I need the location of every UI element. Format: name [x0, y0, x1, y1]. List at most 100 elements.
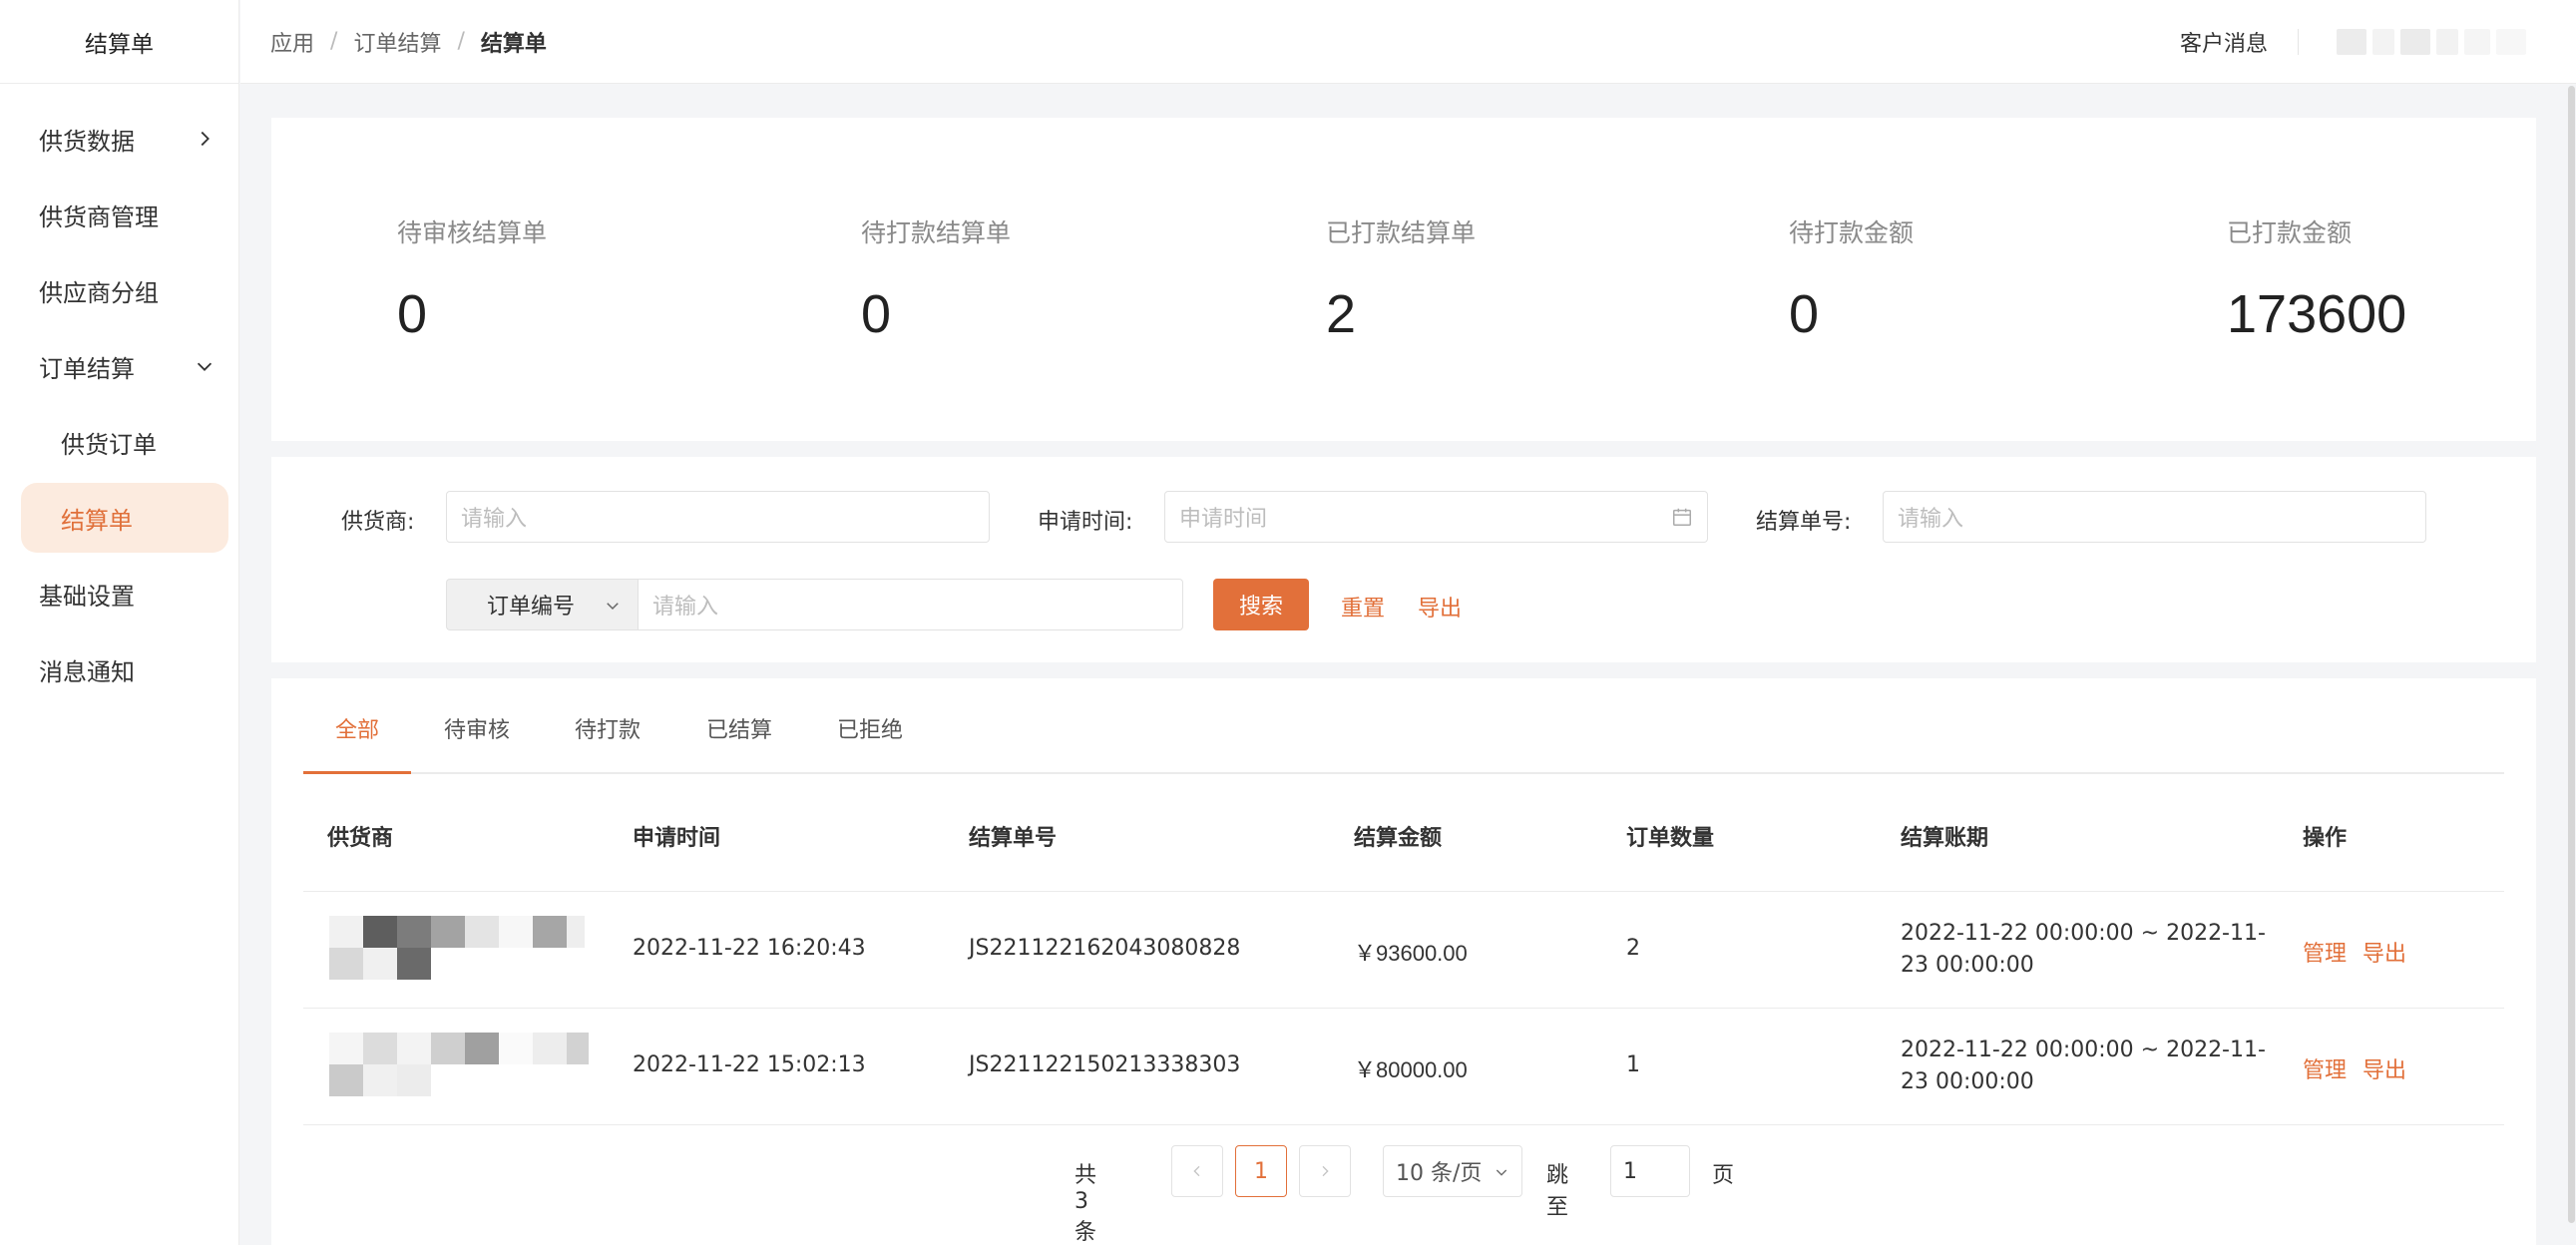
calendar-icon — [1671, 506, 1693, 534]
stat-label: 待打款金额 — [1789, 218, 1915, 247]
chevron-right-icon — [193, 127, 216, 151]
settle-no-cell: JS221122162043080828 — [969, 936, 1241, 961]
order-no-input[interactable]: 请输入 — [638, 579, 1183, 630]
amount-cell: ￥93600.00 — [1354, 941, 1468, 966]
export-link[interactable]: 导出 — [2362, 1052, 2406, 1084]
sidebar-item-supplier-manage[interactable]: 供货商管理 — [0, 180, 238, 249]
settle-no-cell: JS221122150213338303 — [969, 1052, 1241, 1077]
settle-no-placeholder: 请输入 — [1898, 507, 1964, 532]
export-link[interactable]: 导出 — [2362, 936, 2406, 968]
order-field-select[interactable]: 订单编号 — [446, 579, 638, 630]
table-row: 2022-11-22 16:20:43 JS221122162043080828… — [303, 892, 2504, 1009]
stat-pending-review: 待审核结算单 0 — [397, 213, 547, 345]
supplier-name-redacted — [329, 914, 589, 986]
column-header: 订单数量 — [1626, 826, 1715, 851]
column-header: 供货商 — [327, 826, 394, 851]
sidebar-item-supplier-group[interactable]: 供应商分组 — [0, 255, 238, 325]
tab-rejected[interactable]: 已拒绝 — [837, 712, 903, 744]
order-count-cell: 2 — [1626, 936, 1640, 961]
column-header: 结算账期 — [1901, 826, 1989, 851]
breadcrumb-order-settlement[interactable]: 订单结算 — [353, 26, 441, 58]
manage-link[interactable]: 管理 — [2303, 1052, 2347, 1084]
stat-value: 0 — [1789, 284, 1820, 344]
supplier-name-redacted — [329, 1031, 589, 1102]
supplier-label: 供货商: — [341, 510, 415, 535]
pagination-total: 共 3 条 — [1074, 1163, 1097, 1245]
next-page-button[interactable] — [1299, 1145, 1351, 1197]
goto-label: 跳至 — [1546, 1163, 1569, 1220]
sidebar-item-label: 基础设置 — [39, 582, 135, 611]
export-button[interactable]: 导出 — [1418, 591, 1462, 622]
sidebar-item-label: 供应商分组 — [39, 278, 159, 307]
chevron-down-icon — [1496, 1169, 1507, 1176]
brand-title: 结算单 — [0, 0, 238, 84]
user-account-redacted[interactable] — [2337, 29, 2526, 55]
stat-paid-amount: 已打款金额 173600 — [2227, 213, 2406, 345]
breadcrumb-separator: / — [330, 29, 338, 54]
period-cell: 2022-11-22 00:00:00 ~ 2022-11-23 00:00:0… — [1901, 1038, 2266, 1094]
sidebar-item-supply-orders[interactable]: 供货订单 — [0, 407, 238, 477]
stat-pending-payment: 待打款结算单 0 — [861, 213, 1011, 345]
reset-button[interactable]: 重置 — [1341, 591, 1385, 622]
prev-page-button[interactable] — [1171, 1145, 1223, 1197]
amount-cell: ￥80000.00 — [1354, 1057, 1468, 1082]
stat-pending-amount: 待打款金额 0 — [1789, 213, 1914, 345]
sidebar-item-supply-data[interactable]: 供货数据 — [0, 104, 238, 174]
order-count-cell: 1 — [1626, 1052, 1640, 1077]
stat-value: 0 — [397, 284, 428, 344]
breadcrumb-current: 结算单 — [480, 31, 547, 57]
tab-settled[interactable]: 已结算 — [706, 712, 772, 744]
manage-link[interactable]: 管理 — [2303, 936, 2347, 968]
table-header: 供货商 申请时间 结算单号 结算金额 订单数量 结算账期 操作 — [303, 774, 2504, 892]
search-button[interactable]: 搜索 — [1213, 579, 1309, 630]
column-header: 结算金额 — [1354, 826, 1443, 851]
stats-card: 待审核结算单 0 待打款结算单 0 已打款结算单 2 待打款金额 0 已打款金额… — [271, 118, 2536, 441]
page-1-button[interactable]: 1 — [1235, 1145, 1287, 1197]
sidebar-menu: 供货数据 供货商管理 供应商分组 订单结算 供货订单 结算单 基础设置 消息通知 — [0, 84, 238, 704]
sidebar-item-label: 订单结算 — [39, 354, 135, 383]
breadcrumb-apps[interactable]: 应用 — [270, 26, 314, 58]
top-header: 应用 / 订单结算 / 结算单 客户消息 — [240, 0, 2576, 84]
stat-value: 0 — [861, 284, 892, 344]
column-header: 操作 — [2303, 826, 2348, 851]
supplier-input-placeholder: 请输入 — [461, 507, 528, 532]
goto-page-input[interactable]: 1 — [1610, 1145, 1690, 1197]
sidebar-item-label: 供货数据 — [39, 127, 135, 156]
chevron-left-icon — [1193, 1165, 1200, 1177]
period-cell: 2022-11-22 00:00:00 ~ 2022-11-23 00:00:0… — [1901, 921, 2266, 978]
apply-time-picker[interactable]: 申请时间 — [1164, 491, 1708, 543]
customer-message-link[interactable]: 客户消息 — [2180, 26, 2268, 58]
page-size-value: 10 条/页 — [1396, 1161, 1483, 1186]
tab-pending-payment[interactable]: 待打款 — [575, 712, 641, 744]
header-right: 客户消息 — [2180, 0, 2526, 84]
sidebar-item-settlement[interactable]: 结算单 — [21, 483, 228, 553]
order-field-select-value: 订单编号 — [487, 595, 576, 620]
breadcrumb: 应用 / 订单结算 / 结算单 — [270, 26, 547, 58]
settle-no-input[interactable]: 请输入 — [1883, 491, 2426, 543]
sidebar-item-basic-settings[interactable]: 基础设置 — [0, 559, 238, 628]
sidebar-item-order-settlement[interactable]: 订单结算 — [0, 331, 238, 401]
table-row: 2022-11-22 15:02:13 JS221122150213338303… — [303, 1009, 2504, 1125]
tab-all[interactable]: 全部 — [335, 712, 379, 744]
sidebar-item-label: 消息通知 — [39, 657, 135, 686]
column-header: 结算单号 — [969, 826, 1058, 851]
apply-time-label: 申请时间: — [1038, 510, 1133, 535]
breadcrumb-separator: / — [457, 29, 465, 54]
chevron-down-icon — [607, 603, 619, 611]
stat-paid: 已打款结算单 2 — [1326, 213, 1476, 345]
filter-card: 供货商: 请输入 申请时间: 申请时间 结算单号: 请输入 订单编号 请输入 搜… — [271, 457, 2536, 662]
column-header: 申请时间 — [633, 826, 721, 851]
scrollbar-thumb[interactable] — [2568, 86, 2575, 1223]
chevron-down-icon — [193, 354, 216, 378]
page-size-select[interactable]: 10 条/页 — [1383, 1145, 1522, 1197]
stat-label: 已打款金额 — [2227, 218, 2353, 247]
sidebar-item-notifications[interactable]: 消息通知 — [0, 634, 238, 704]
sidebar-item-label: 供货商管理 — [39, 203, 159, 231]
sidebar-item-label: 供货订单 — [61, 430, 157, 459]
supplier-input[interactable]: 请输入 — [446, 491, 990, 543]
apply-time-placeholder: 申请时间 — [1179, 507, 1268, 532]
apply-time-cell: 2022-11-22 16:20:43 — [633, 936, 866, 961]
order-no-placeholder: 请输入 — [652, 595, 719, 620]
tab-pending-review[interactable]: 待审核 — [444, 712, 510, 744]
page-scrollbar[interactable] — [2566, 84, 2576, 1245]
